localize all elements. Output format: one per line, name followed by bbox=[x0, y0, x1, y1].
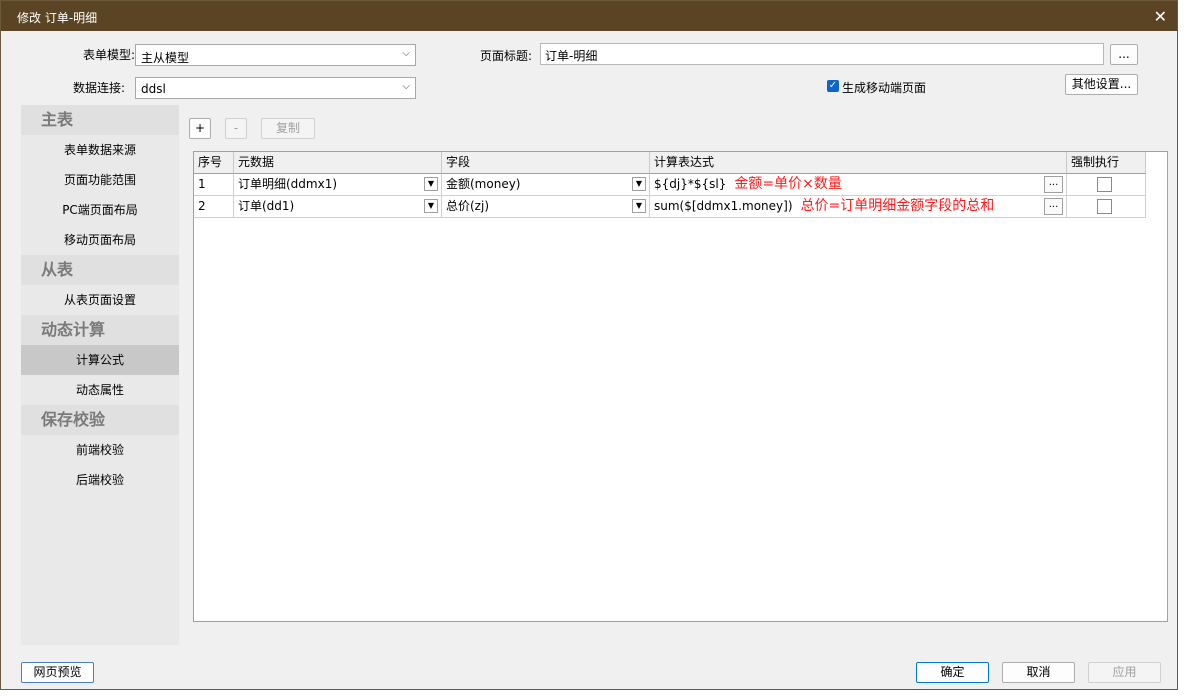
model-label: 表单模型: bbox=[83, 48, 136, 62]
table-row-1-field[interactable]: 金额(money) ▼ bbox=[442, 174, 650, 196]
sidebar-item-page-function-scope[interactable]: 页面功能范围 bbox=[21, 165, 179, 195]
page-title-browse-button[interactable]: ... bbox=[1110, 44, 1138, 65]
forced-checkbox[interactable] bbox=[1097, 177, 1112, 192]
close-icon[interactable]: ✕ bbox=[1154, 7, 1167, 26]
remove-row-button[interactable]: - bbox=[225, 118, 247, 139]
apply-button[interactable]: 应用 bbox=[1088, 662, 1161, 683]
cancel-button[interactable]: 取消 bbox=[1002, 662, 1075, 683]
dropdown-arrow-icon[interactable]: ▼ bbox=[632, 199, 646, 213]
dropdown-arrow-icon[interactable]: ▼ bbox=[424, 199, 438, 213]
connection-select[interactable]: ddsl ⌵ bbox=[135, 77, 416, 99]
field-value: 金额(money) bbox=[446, 177, 521, 191]
expression-value: ${dj}*${sl} bbox=[654, 177, 727, 191]
sidebar-item-form-data-source[interactable]: 表单数据来源 bbox=[21, 135, 179, 165]
sidebar-section-dynamic-calc: 动态计算 bbox=[21, 315, 179, 345]
expression-browse-button[interactable]: ... bbox=[1044, 176, 1063, 193]
chevron-down-icon: ⌵ bbox=[402, 81, 410, 92]
page-title-label: 页面标题: bbox=[480, 49, 533, 63]
sidebar: 主表 表单数据来源 页面功能范围 PC端页面布局 移动页面布局 从表 从表页面设… bbox=[21, 105, 179, 645]
copy-row-button[interactable]: 复制 bbox=[261, 118, 315, 139]
table-row-1-expression[interactable]: ${dj}*${sl} 金额=单价×数量 ... bbox=[650, 174, 1067, 196]
table-row-1-index: 1 bbox=[194, 174, 234, 196]
column-header-expression: 计算表达式 bbox=[650, 152, 1067, 174]
column-header-forced: 强制执行 bbox=[1067, 152, 1146, 174]
table-row-2-metadata[interactable]: 订单(dd1) ▼ bbox=[234, 196, 442, 218]
dropdown-arrow-icon[interactable]: ▼ bbox=[424, 177, 438, 191]
sidebar-item-mobile-layout[interactable]: 移动页面布局 bbox=[21, 225, 179, 255]
sidebar-section-detail: 从表 bbox=[21, 255, 179, 285]
add-row-button[interactable]: + bbox=[189, 118, 211, 139]
mobile-checkbox[interactable]: ✓ bbox=[827, 80, 839, 92]
connection-label: 数据连接: bbox=[73, 81, 126, 95]
other-settings-button[interactable]: 其他设置... bbox=[1065, 74, 1138, 95]
ok-button[interactable]: 确定 bbox=[916, 662, 989, 683]
model-select-value: 主从模型 bbox=[141, 51, 190, 65]
page-title-value: 订单-明细 bbox=[545, 49, 598, 63]
table-row-1-forced bbox=[1067, 174, 1146, 196]
metadata-value: 订单明细(ddmx1) bbox=[238, 177, 338, 191]
column-header-index: 序号 bbox=[194, 152, 234, 174]
table-row-2-forced bbox=[1067, 196, 1146, 218]
title-bar: 修改 订单-明细 ✕ bbox=[1, 1, 1177, 31]
forced-checkbox[interactable] bbox=[1097, 199, 1112, 214]
sidebar-item-dynamic-attributes[interactable]: 动态属性 bbox=[21, 375, 179, 405]
chevron-down-icon: ⌵ bbox=[402, 48, 410, 59]
sidebar-item-frontend-validation[interactable]: 前端校验 bbox=[21, 435, 179, 465]
field-value: 总价(zj) bbox=[446, 199, 489, 213]
sidebar-item-detail-page-settings[interactable]: 从表页面设置 bbox=[21, 285, 179, 315]
mobile-checkbox-label: 生成移动端页面 bbox=[842, 81, 927, 95]
sidebar-item-backend-validation[interactable]: 后端校验 bbox=[21, 465, 179, 495]
formula-table: 序号 元数据 字段 计算表达式 强制执行 1 订单明细(ddmx1) ▼ 金额(… bbox=[193, 151, 1168, 622]
sidebar-section-main: 主表 bbox=[21, 105, 179, 135]
page-title-input[interactable]: 订单-明细 bbox=[540, 43, 1104, 65]
web-preview-button[interactable]: 网页预览 bbox=[21, 662, 94, 683]
expression-browse-button[interactable]: ... bbox=[1044, 198, 1063, 215]
table-row-1-metadata[interactable]: 订单明细(ddmx1) ▼ bbox=[234, 174, 442, 196]
expression-value: sum($[ddmx1.money]) bbox=[654, 199, 793, 213]
sidebar-item-calc-formula[interactable]: 计算公式 bbox=[21, 345, 179, 375]
table-row-2-index: 2 bbox=[194, 196, 234, 218]
table-row-2-expression[interactable]: sum($[ddmx1.money]) 总价=订单明细金额字段的总和 ... bbox=[650, 196, 1067, 218]
column-header-field: 字段 bbox=[442, 152, 650, 174]
model-select[interactable]: 主从模型 ⌵ bbox=[135, 44, 416, 66]
expression-annotation: 金额=单价×数量 bbox=[734, 176, 842, 192]
table-row-2-field[interactable]: 总价(zj) ▼ bbox=[442, 196, 650, 218]
sidebar-item-pc-layout[interactable]: PC端页面布局 bbox=[21, 195, 179, 225]
connection-select-value: ddsl bbox=[141, 82, 166, 96]
sidebar-section-save-validation: 保存校验 bbox=[21, 405, 179, 435]
column-header-metadata: 元数据 bbox=[234, 152, 442, 174]
expression-annotation: 总价=订单明细金额字段的总和 bbox=[800, 198, 995, 214]
dialog-title: 修改 订单-明细 bbox=[17, 11, 98, 25]
metadata-value: 订单(dd1) bbox=[238, 199, 295, 213]
edit-dialog: 修改 订单-明细 ✕ 表单模型: 主从模型 ⌵ 数据连接: ddsl ⌵ 页面标… bbox=[0, 0, 1178, 690]
dropdown-arrow-icon[interactable]: ▼ bbox=[632, 177, 646, 191]
